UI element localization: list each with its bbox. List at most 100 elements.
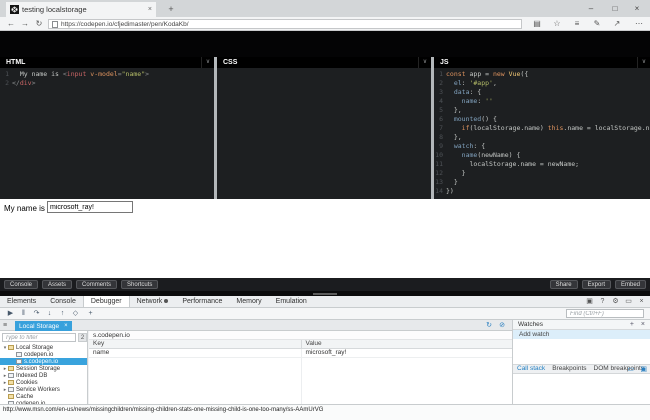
devtools-close-icon[interactable]: ×	[635, 296, 648, 308]
chevron-down-icon[interactable]: ∨	[418, 57, 431, 68]
find-input[interactable]	[566, 309, 644, 318]
help-icon[interactable]: ?	[596, 296, 609, 308]
reading-view-icon[interactable]: ▤	[528, 17, 546, 31]
browser-tab[interactable]: testing localstorage ×	[6, 2, 156, 17]
step-over-icon[interactable]: ↷	[30, 308, 43, 320]
hub-icon[interactable]: ≡	[568, 17, 586, 31]
name-input[interactable]	[47, 201, 133, 213]
tree-filter-input[interactable]	[2, 333, 76, 342]
window-close-button[interactable]: ×	[626, 0, 648, 17]
code-line[interactable]: 5 },	[434, 106, 650, 115]
tab-dom-breakpoints[interactable]: DOM breakpoints	[594, 365, 645, 373]
threads-icon[interactable]: ▣	[640, 365, 647, 374]
code-line[interactable]: 2 el: '#app',	[434, 79, 650, 88]
break-icon[interactable]: ‖	[17, 308, 30, 320]
console-button[interactable]: Console	[4, 280, 38, 289]
resource-tab-close-icon[interactable]: ×	[64, 323, 68, 329]
column-divider	[301, 358, 302, 404]
code-line[interactable]: 2</div>	[0, 79, 214, 88]
frames-icon[interactable]: ▭	[627, 365, 634, 374]
splitter-handle-icon[interactable]	[313, 293, 337, 295]
code-line[interactable]: 13 }	[434, 178, 650, 187]
line-number: 9	[434, 142, 446, 151]
devtools-tab-debugger[interactable]: Debugger	[83, 296, 130, 307]
settings-gear-icon[interactable]: ⚙	[609, 296, 622, 308]
dock-icon[interactable]: ▭	[622, 296, 635, 308]
chevron-down-icon[interactable]: ∨	[201, 57, 214, 68]
delete-watch-icon[interactable]: ×	[641, 320, 645, 330]
tree-item-s-codepen-io[interactable]: s.codepen.io	[0, 358, 88, 365]
refresh-storage-icon[interactable]: ↻	[486, 320, 492, 331]
resource-list-icon[interactable]: ≡	[3, 320, 13, 331]
storage-row[interactable]: namemicrosoft_ray!	[89, 349, 512, 358]
devtools-tab-memory[interactable]: Memory	[229, 296, 268, 307]
code-line[interactable]: 11 localStorage.name = newName;	[434, 160, 650, 169]
web-note-icon[interactable]: ✎	[588, 17, 606, 31]
back-icon[interactable]: ←	[4, 17, 18, 31]
code-token: .name = localStorage.name;	[563, 124, 650, 133]
code-line[interactable]: 10 name(newName) {	[434, 151, 650, 160]
code-line[interactable]: 1const app = new Vue({	[434, 70, 650, 79]
html-code-editor[interactable]: 1 My name is <input v-model="name">2</di…	[0, 68, 214, 199]
clear-storage-icon[interactable]: ⊘	[499, 320, 505, 331]
code-line[interactable]: 6 mounted() {	[434, 115, 650, 124]
tree-item-service-workers[interactable]: ▸Service Workers	[0, 386, 88, 393]
add-watch-icon[interactable]: +	[630, 320, 634, 330]
embed-button[interactable]: Embed	[615, 280, 646, 289]
storage-value: microsoft_ray!	[301, 349, 513, 357]
address-field[interactable]: https://codepen.io/cfjedimaster/pen/Koda…	[48, 19, 522, 29]
step-into-icon[interactable]: ↓	[43, 308, 56, 320]
status-link-url: http://www.msn.com/en-us/news/missingchi…	[3, 407, 323, 413]
window-maximize-button[interactable]: □	[604, 0, 626, 17]
code-token: () {	[481, 115, 497, 124]
refresh-icon[interactable]: ↻	[32, 17, 46, 31]
select-element-icon[interactable]: ▣	[583, 296, 596, 308]
comments-button[interactable]: Comments	[76, 280, 117, 289]
more-menu-icon[interactable]: ⋯	[630, 17, 648, 31]
code-line[interactable]: 7 if(localStorage.name) this.name = loca…	[434, 124, 650, 133]
step-out-icon[interactable]: ↑	[56, 308, 69, 320]
chevron-down-icon[interactable]: ∨	[637, 57, 650, 68]
code-line[interactable]: 1 My name is <input v-model="name">	[0, 70, 214, 79]
tree-item-session-storage[interactable]: ▸Session Storage	[0, 365, 88, 372]
devtools-tab-elements[interactable]: Elements	[0, 296, 43, 307]
watches-pane: Watches + × Add watch Call stackBreakpoi…	[512, 320, 650, 404]
resource-tab-local-storage[interactable]: Local Storage ×	[15, 321, 72, 331]
tree-item-cache[interactable]: Cache	[0, 393, 88, 400]
window-minimize-button[interactable]: –	[580, 0, 602, 17]
pin-icon[interactable]: +	[84, 308, 97, 320]
new-tab-button[interactable]: +	[163, 2, 179, 17]
tree-item-indexed-db[interactable]: ▸Indexed DB	[0, 372, 88, 379]
share-button[interactable]: Share	[550, 280, 578, 289]
code-line[interactable]: 14})	[434, 187, 650, 196]
code-line[interactable]: 12 }	[434, 169, 650, 178]
tab-breakpoints[interactable]: Breakpoints	[552, 365, 586, 373]
assets-button[interactable]: Assets	[42, 280, 72, 289]
exception-control-icon[interactable]: ◇	[69, 308, 82, 320]
devtools-tab-network[interactable]: Network	[130, 296, 176, 307]
devtools-tab-performance[interactable]: Performance	[175, 296, 229, 307]
code-line[interactable]: 4 name: ''	[434, 97, 650, 106]
css-code-editor[interactable]	[217, 68, 431, 199]
shortcuts-button[interactable]: Shortcuts	[121, 280, 158, 289]
devtools-tab-console[interactable]: Console	[43, 296, 83, 307]
code-line[interactable]: 3 data: {	[434, 88, 650, 97]
share-icon[interactable]: ↗	[608, 17, 626, 31]
folder-icon	[8, 380, 14, 385]
code-line[interactable]: 8 },	[434, 133, 650, 142]
tree-item-cookies[interactable]: ▸Cookies	[0, 379, 88, 386]
add-watch-row[interactable]: Add watch	[513, 330, 650, 339]
tree-item-local-storage[interactable]: ▾Local Storage	[0, 344, 88, 351]
tree-item-codepen-io[interactable]: codepen.io	[0, 351, 88, 358]
devtools-tab-emulation[interactable]: Emulation	[269, 296, 314, 307]
export-button[interactable]: Export	[582, 280, 611, 289]
code-token: localStorage.name = newName;	[446, 160, 579, 169]
js-code-editor[interactable]: 1const app = new Vue({2 el: '#app',3 dat…	[434, 68, 650, 199]
tab-close-icon[interactable]: ×	[148, 6, 152, 13]
tab-call-stack[interactable]: Call stack	[517, 365, 545, 373]
forward-icon[interactable]: →	[18, 17, 32, 31]
code-line[interactable]: 9 watch: {	[434, 142, 650, 151]
continue-icon[interactable]: ▶	[4, 308, 17, 320]
favorite-star-icon[interactable]: ☆	[548, 17, 566, 31]
code-token: if	[462, 124, 470, 133]
